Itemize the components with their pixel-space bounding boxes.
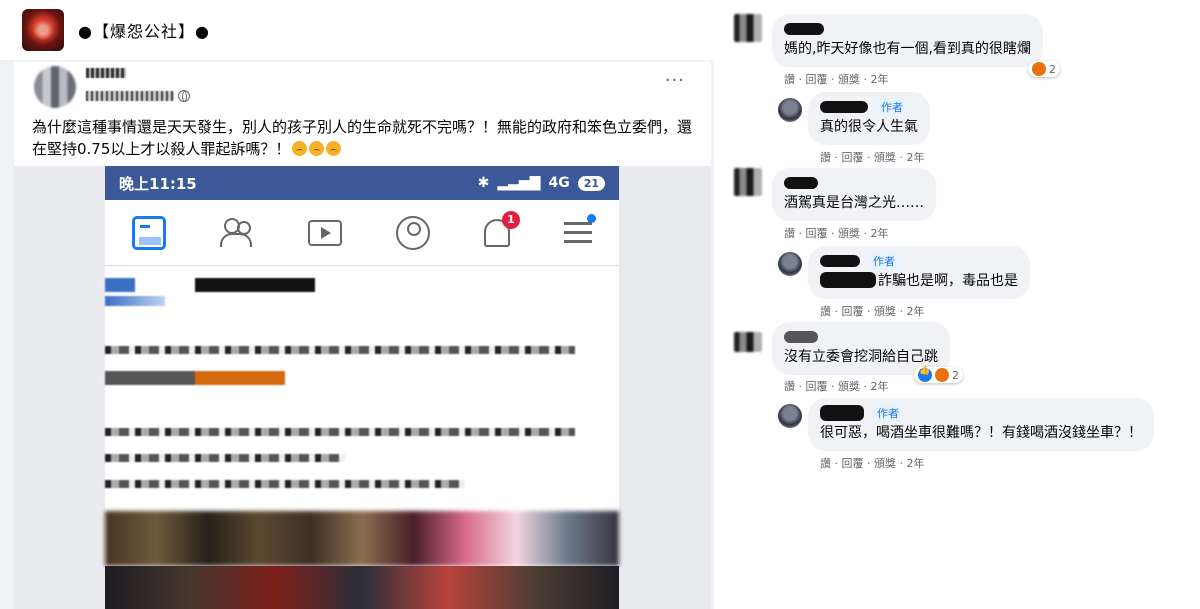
commenter-name[interactable]: 作者	[820, 404, 1142, 422]
post-card: ··· 為什麼這種事情還是天天發生，別人的孩子別人的生命就死不完嗎？！無能的政府…	[14, 62, 711, 609]
globe-icon	[178, 90, 190, 102]
blurred-content	[105, 454, 345, 462]
comments-column: 媽的,昨天好像也有一個,看到真的很瞎爛 2 讚 · 回覆 · 頒獎 · 2年 作…	[714, 0, 1200, 609]
bluetooth-icon: ✱	[477, 175, 490, 191]
reaction-count: 2	[1049, 62, 1056, 76]
commenter-avatar[interactable]	[734, 168, 762, 196]
comment-actions[interactable]: 讚 · 回覆 · 頒獎 · 2年	[784, 71, 888, 87]
commenter-name[interactable]: 作者	[820, 252, 1018, 270]
author-tag: 作者	[868, 252, 900, 270]
group-header[interactable]: ●【爆怨公社】●	[0, 0, 714, 60]
phone-time: 晚上11:15	[119, 174, 197, 193]
group-name[interactable]: ●【爆怨公社】●	[78, 18, 210, 42]
blurred-photo-strip	[105, 511, 619, 566]
comment-body: 詐騙也是啊，毒品也是	[878, 273, 1018, 289]
author-avatar[interactable]	[34, 66, 76, 108]
post-text: 為什麼這種事情還是天天發生，別人的孩子別人的生命就死不完嗎？！無能的政府和笨色立…	[32, 116, 702, 160]
notification-badge: 1	[502, 210, 520, 229]
author-avatar[interactable]	[778, 404, 802, 428]
signal-icon: ▂▃▅▇	[497, 175, 541, 191]
comment-actions[interactable]: 讚 · 回覆 · 頒獎 · 2年	[784, 378, 888, 394]
notifications-icon: 1	[484, 210, 520, 247]
comment-actions[interactable]: 讚 · 回覆 · 頒獎 · 2年	[784, 225, 888, 241]
comment-text: 媽的,昨天好像也有一個,看到真的很瞎爛	[784, 41, 1031, 57]
author-name-redacted[interactable]	[86, 68, 126, 78]
blurred-content	[105, 346, 575, 354]
angry-face-icon	[309, 141, 325, 156]
commenter-name[interactable]: 作者	[820, 98, 918, 116]
menu-dot	[587, 213, 596, 223]
blurred-content	[105, 480, 465, 488]
angry-face-icon	[292, 141, 308, 156]
post-meta	[86, 90, 190, 102]
friends-icon	[220, 216, 254, 250]
like-reaction-icon	[918, 366, 932, 382]
more-options-button[interactable]: ···	[665, 70, 685, 91]
comment-actions[interactable]: 讚 · 回覆 · 頒獎 · 2年	[820, 149, 924, 165]
watch-icon	[308, 219, 342, 246]
angry-face-icon	[326, 141, 342, 156]
post-timestamp-redacted[interactable]	[86, 91, 174, 101]
feed-column: ●【爆怨公社】● ··· 為什麼這種事情還是天天發生，別人的孩子別人的生命就死不…	[0, 0, 714, 609]
post-image[interactable]: 晚上11:15 ✱ ▂▃▅▇ 4G 21 1	[14, 166, 711, 609]
reaction-count: 2	[952, 368, 959, 382]
commenter-avatar[interactable]	[734, 14, 762, 42]
comment-text: 很可惡，喝酒坐車很難嗎？！有錢喝酒沒錢坐車？！	[820, 425, 1142, 441]
comment-actions[interactable]: 讚 · 回覆 · 頒獎 · 2年	[820, 455, 924, 471]
angry-reaction-icon	[1032, 62, 1046, 76]
blurred-content	[105, 296, 165, 306]
network-label: 4G	[548, 175, 570, 191]
comment-bubble: 作者 真的很令人生氣	[808, 92, 930, 145]
battery-icon: 21	[577, 175, 605, 191]
comment-bubble: 作者 很可惡，喝酒坐車很難嗎？！有錢喝酒沒錢坐車？！	[808, 398, 1154, 451]
commenter-name[interactable]	[784, 330, 938, 344]
news-feed-icon	[132, 215, 166, 250]
comment-actions[interactable]: 讚 · 回覆 · 頒獎 · 2年	[820, 303, 924, 319]
author-avatar[interactable]	[778, 252, 802, 276]
phone-status-bar: 晚上11:15 ✱ ▂▃▅▇ 4G 21	[105, 166, 619, 200]
profile-icon	[396, 215, 430, 250]
author-avatar[interactable]	[778, 98, 802, 122]
commenter-name[interactable]	[784, 176, 924, 190]
author-tag: 作者	[872, 404, 904, 422]
phone-screenshot: 晚上11:15 ✱ ▂▃▅▇ 4G 21 1	[105, 166, 619, 609]
menu-icon	[564, 213, 596, 244]
comment-bubble: 媽的,昨天好像也有一個,看到真的很瞎爛	[772, 14, 1043, 67]
blurred-content	[105, 371, 285, 385]
comment-bubble: 酒駕真是台灣之光……	[772, 168, 936, 221]
blurred-content	[105, 278, 315, 292]
reaction-summary[interactable]: 2	[1028, 61, 1060, 77]
blurred-content	[105, 428, 575, 436]
author-tag: 作者	[876, 98, 908, 116]
commenter-avatar[interactable]	[734, 332, 762, 352]
reaction-summary[interactable]: 2	[914, 366, 963, 383]
post-body: 為什麼這種事情還是天天發生，別人的孩子別人的生命就死不完嗎？！無能的政府和笨色立…	[32, 118, 693, 158]
comment-text: 詐騙也是啊，毒品也是	[820, 271, 1018, 291]
comment-text: 酒駕真是台灣之光……	[784, 195, 924, 211]
group-avatar[interactable]	[22, 9, 64, 51]
crash-photo	[105, 566, 619, 609]
fb-tab-bar: 1	[105, 200, 619, 266]
commenter-name[interactable]	[784, 22, 1031, 36]
status-icons: ✱ ▂▃▅▇ 4G 21	[478, 175, 605, 191]
comment-text: 真的很令人生氣	[820, 119, 918, 135]
comment-text: 沒有立委會挖洞給自己跳	[784, 349, 938, 365]
comment-bubble: 作者 詐騙也是啊，毒品也是	[808, 246, 1030, 299]
angry-reaction-icon	[935, 368, 949, 382]
